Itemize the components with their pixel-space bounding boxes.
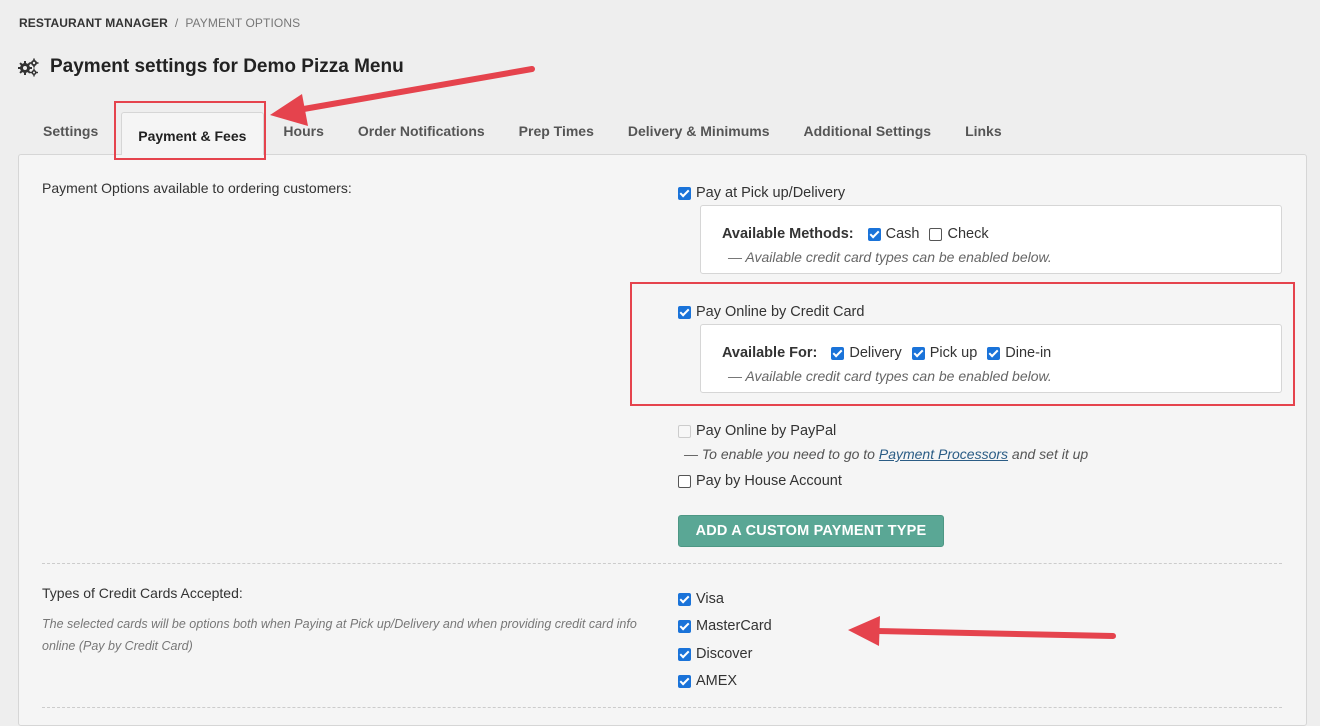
tab-order-notifications[interactable]: Order Notifications xyxy=(341,112,502,150)
payment-options-label: Payment Options available to ordering cu… xyxy=(42,180,352,196)
pay-pickup-delivery-option[interactable]: Pay at Pick up/Delivery xyxy=(678,185,845,201)
tab-payment-fees[interactable]: Payment & Fees xyxy=(121,112,265,155)
tab-delivery-minimums[interactable]: Delivery & Minimums xyxy=(611,112,787,150)
card-visa-checkbox[interactable] xyxy=(678,592,691,606)
available-for-box: Available For: Delivery Pick up Dine-in … xyxy=(700,324,1282,393)
pay-pickup-delivery-label: Pay at Pick up/Delivery xyxy=(696,185,846,201)
pay-credit-card-label: Pay Online by Credit Card xyxy=(696,304,865,320)
tab-additional-settings[interactable]: Additional Settings xyxy=(787,112,949,150)
paypal-note: — To enable you need to go to Payment Pr… xyxy=(684,446,1089,462)
add-custom-payment-type-button[interactable]: ADD A CUSTOM PAYMENT TYPE xyxy=(678,515,944,547)
card-mastercard-checkbox[interactable] xyxy=(678,619,691,633)
page-title: Payment settings for Demo Pizza Menu xyxy=(18,56,404,78)
breadcrumb-separator: / xyxy=(174,16,179,30)
pay-credit-card-checkbox[interactable] xyxy=(678,305,691,319)
card-discover[interactable]: Discover xyxy=(678,646,752,662)
breadcrumb-current: PAYMENT OPTIONS xyxy=(185,16,301,30)
pay-paypal-checkbox[interactable] xyxy=(678,424,691,438)
pickup-checkbox[interactable] xyxy=(911,346,925,360)
available-for-pickup[interactable]: Pick up xyxy=(911,345,977,361)
tab-links[interactable]: Links xyxy=(948,112,1019,150)
available-for-dinein[interactable]: Dine-in xyxy=(987,345,1051,361)
tab-prep-times[interactable]: Prep Times xyxy=(502,112,611,150)
credit-cards-help: The selected cards will be options both … xyxy=(42,617,637,653)
tab-settings[interactable]: Settings xyxy=(26,112,115,150)
available-for-delivery[interactable]: Delivery xyxy=(831,345,902,361)
breadcrumb-home[interactable]: RESTAURANT MANAGER xyxy=(19,16,168,30)
pay-house-account-checkbox[interactable] xyxy=(678,474,691,488)
delivery-checkbox[interactable] xyxy=(831,346,845,360)
method-cash-checkbox[interactable] xyxy=(867,227,881,241)
available-for-label: Available For: xyxy=(722,345,818,361)
pay-pickup-delivery-checkbox[interactable] xyxy=(678,186,691,200)
pay-paypal-option[interactable]: Pay Online by PayPal xyxy=(678,423,836,439)
pay-house-account-option[interactable]: Pay by House Account xyxy=(678,473,842,489)
section-divider-bottom xyxy=(42,707,1282,708)
page-title-text: Payment settings for Demo Pizza Menu xyxy=(50,56,404,77)
section-divider xyxy=(42,563,1282,564)
method-check-checkbox[interactable] xyxy=(929,227,943,241)
credit-cards-label: Types of Credit Cards Accepted: xyxy=(42,585,243,601)
payment-processors-link[interactable]: Payment Processors xyxy=(879,446,1008,462)
gears-icon xyxy=(18,58,39,76)
method-cash[interactable]: Cash xyxy=(867,226,919,242)
card-mastercard[interactable]: MasterCard xyxy=(678,618,772,634)
available-methods-box: Available Methods: Cash Check — Availabl… xyxy=(700,205,1282,274)
available-methods-note: — Available credit card types can be ena… xyxy=(728,249,1052,265)
pay-house-account-label: Pay by House Account xyxy=(696,473,842,489)
tab-bar: Settings Payment & Fees Hours Order Noti… xyxy=(26,112,1019,155)
pay-paypal-label: Pay Online by PayPal xyxy=(696,423,837,439)
pay-credit-card-option[interactable]: Pay Online by Credit Card xyxy=(678,304,864,320)
breadcrumb: RESTAURANT MANAGER / PAYMENT OPTIONS xyxy=(19,16,300,30)
tab-hours[interactable]: Hours xyxy=(266,112,340,150)
card-discover-checkbox[interactable] xyxy=(678,647,691,661)
card-visa[interactable]: Visa xyxy=(678,591,724,607)
card-amex[interactable]: AMEX xyxy=(678,673,737,689)
method-check[interactable]: Check xyxy=(929,226,989,242)
available-for-note: — Available credit card types can be ena… xyxy=(728,368,1052,384)
available-methods-label: Available Methods: xyxy=(722,226,854,242)
card-amex-checkbox[interactable] xyxy=(678,674,691,688)
dinein-checkbox[interactable] xyxy=(987,346,1001,360)
